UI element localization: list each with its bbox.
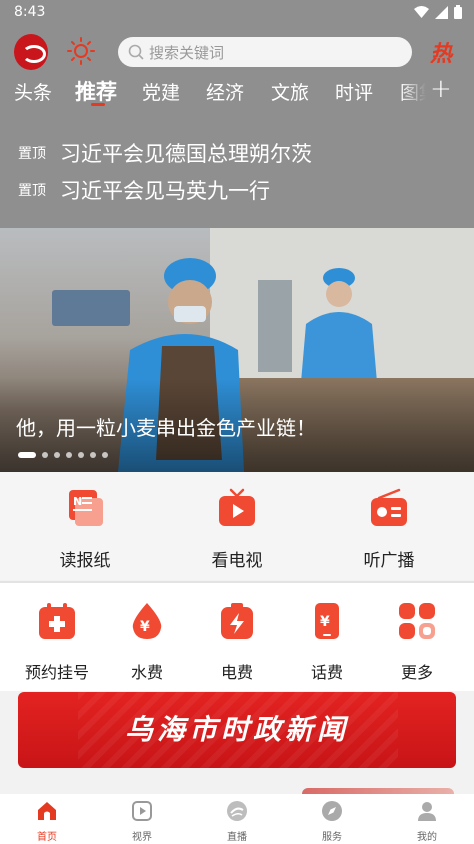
- tab-culture-tourism[interactable]: 文旅: [271, 78, 309, 105]
- carousel-dot[interactable]: [54, 452, 60, 458]
- nav-label: 视界: [132, 832, 152, 843]
- service-grid: 预约挂号 ¥ 水费 电费 ¥ 话费 更多: [0, 583, 474, 691]
- service-label: 水费: [130, 663, 163, 682]
- tab-recommend[interactable]: 推荐: [75, 76, 117, 106]
- listen-radio-button[interactable]: 听广播: [334, 488, 444, 571]
- tv-icon: [219, 488, 255, 526]
- carousel-dot[interactable]: [42, 452, 48, 458]
- newspaper-icon: N: [69, 490, 103, 526]
- hot-button[interactable]: 热: [430, 36, 452, 68]
- nav-video[interactable]: 视界: [95, 800, 189, 843]
- electricity-bill-button[interactable]: 电费: [192, 601, 282, 683]
- quick-link-label: 读报纸: [59, 551, 111, 571]
- phone-bill-icon: ¥: [315, 603, 339, 639]
- tab-commentary[interactable]: 时评: [335, 78, 373, 105]
- hospital-icon: [39, 603, 75, 639]
- water-drop-icon: ¥: [132, 603, 162, 639]
- search-row: 搜索关键词 热: [0, 32, 474, 72]
- active-tab-indicator: [91, 103, 105, 106]
- header-area: 8:43 搜索关键词 热 头条 推荐 党建 经济 文旅 时评 + 置顶 习近平会…: [0, 0, 474, 228]
- system-icons: [414, 5, 462, 19]
- bottom-nav: 首页 视界 直播 服务 我的: [0, 794, 474, 844]
- nav-service[interactable]: 服务: [285, 800, 379, 843]
- watch-tv-button[interactable]: 看电视: [182, 488, 292, 571]
- pinned-badge: 置顶: [18, 183, 46, 199]
- nav-live[interactable]: 直播: [190, 800, 284, 843]
- pinned-title: 习近平会见马英九一行: [60, 179, 270, 203]
- home-icon: [38, 802, 56, 820]
- svg-text:¥: ¥: [140, 619, 150, 635]
- quick-link-label: 听广播: [363, 551, 415, 571]
- video-icon: [132, 801, 152, 821]
- nav-label: 直播: [227, 832, 247, 843]
- weather-sun-icon[interactable]: [66, 36, 96, 66]
- tab-headline[interactable]: 头条: [14, 78, 52, 105]
- news-banner-title: 乌海市时政新闻: [124, 713, 349, 746]
- svg-text:N: N: [73, 495, 82, 508]
- read-newspaper-button[interactable]: N 读报纸: [30, 488, 140, 571]
- search-icon: [128, 44, 144, 60]
- nav-label: 我的: [417, 832, 437, 843]
- search-input[interactable]: 搜索关键词: [118, 37, 412, 67]
- nav-profile[interactable]: 我的: [380, 800, 474, 843]
- quick-links: N 读报纸 看电视 听广播: [0, 472, 474, 580]
- pinned-title: 习近平会见德国总理朔尔茨: [60, 142, 312, 166]
- radio-icon: [371, 488, 407, 526]
- channel-tabs: 头条 推荐 党建 经济 文旅 时评 图集 +: [0, 74, 474, 114]
- phone-bill-button[interactable]: ¥ 话费: [282, 601, 372, 683]
- signal-icon: [435, 5, 448, 19]
- carousel-dot[interactable]: [66, 452, 72, 458]
- nav-home[interactable]: 首页: [0, 800, 94, 843]
- app-logo[interactable]: [14, 34, 48, 70]
- service-label: 话费: [310, 663, 343, 682]
- water-bill-button[interactable]: ¥ 水费: [102, 601, 192, 683]
- banner-photo-worker: [300, 268, 378, 394]
- banner-photo-door: [258, 280, 292, 372]
- carousel-dot[interactable]: [102, 452, 108, 458]
- pinned-news-item[interactable]: 置顶 习近平会见马英九一行: [18, 175, 270, 205]
- search-placeholder: 搜索关键词: [149, 43, 225, 62]
- carousel-dot[interactable]: [90, 452, 96, 458]
- service-label: 电费: [220, 663, 253, 682]
- svg-text:¥: ¥: [320, 614, 330, 630]
- quick-link-label: 看电视: [211, 551, 263, 571]
- compass-icon: [322, 801, 342, 821]
- pinned-news-item[interactable]: 置顶 习近平会见德国总理朔尔茨: [18, 138, 312, 168]
- more-services-button[interactable]: 更多: [372, 601, 462, 683]
- pinned-badge: 置顶: [18, 146, 46, 162]
- status-time: 8:43: [14, 4, 46, 20]
- news-banner[interactable]: 乌海市时政新闻: [18, 692, 456, 768]
- add-channel-button[interactable]: +: [430, 74, 452, 104]
- electricity-icon: [221, 603, 253, 639]
- tabs-fade: [400, 74, 426, 114]
- carousel-banner[interactable]: 他，用一粒小麦串出金色产业链！: [0, 228, 474, 472]
- live-icon: [227, 801, 247, 821]
- nav-label: 首页: [37, 832, 57, 843]
- nav-label: 服务: [322, 832, 342, 843]
- appointment-button[interactable]: 预约挂号: [12, 601, 102, 683]
- tab-party[interactable]: 党建: [142, 78, 180, 105]
- wifi-icon: [414, 6, 429, 18]
- more-grid-icon: [399, 603, 435, 639]
- status-bar: 8:43: [0, 0, 474, 26]
- service-label: 预约挂号: [24, 663, 89, 682]
- service-label: 更多: [400, 663, 433, 682]
- carousel-dot[interactable]: [78, 452, 84, 458]
- carousel-dots: [18, 452, 108, 458]
- profile-icon: [418, 802, 436, 821]
- tab-economy[interactable]: 经济: [206, 78, 244, 105]
- battery-icon: [454, 5, 462, 19]
- banner-caption: 他，用一粒小麦串出金色产业链！: [16, 416, 316, 440]
- carousel-dot[interactable]: [18, 452, 36, 458]
